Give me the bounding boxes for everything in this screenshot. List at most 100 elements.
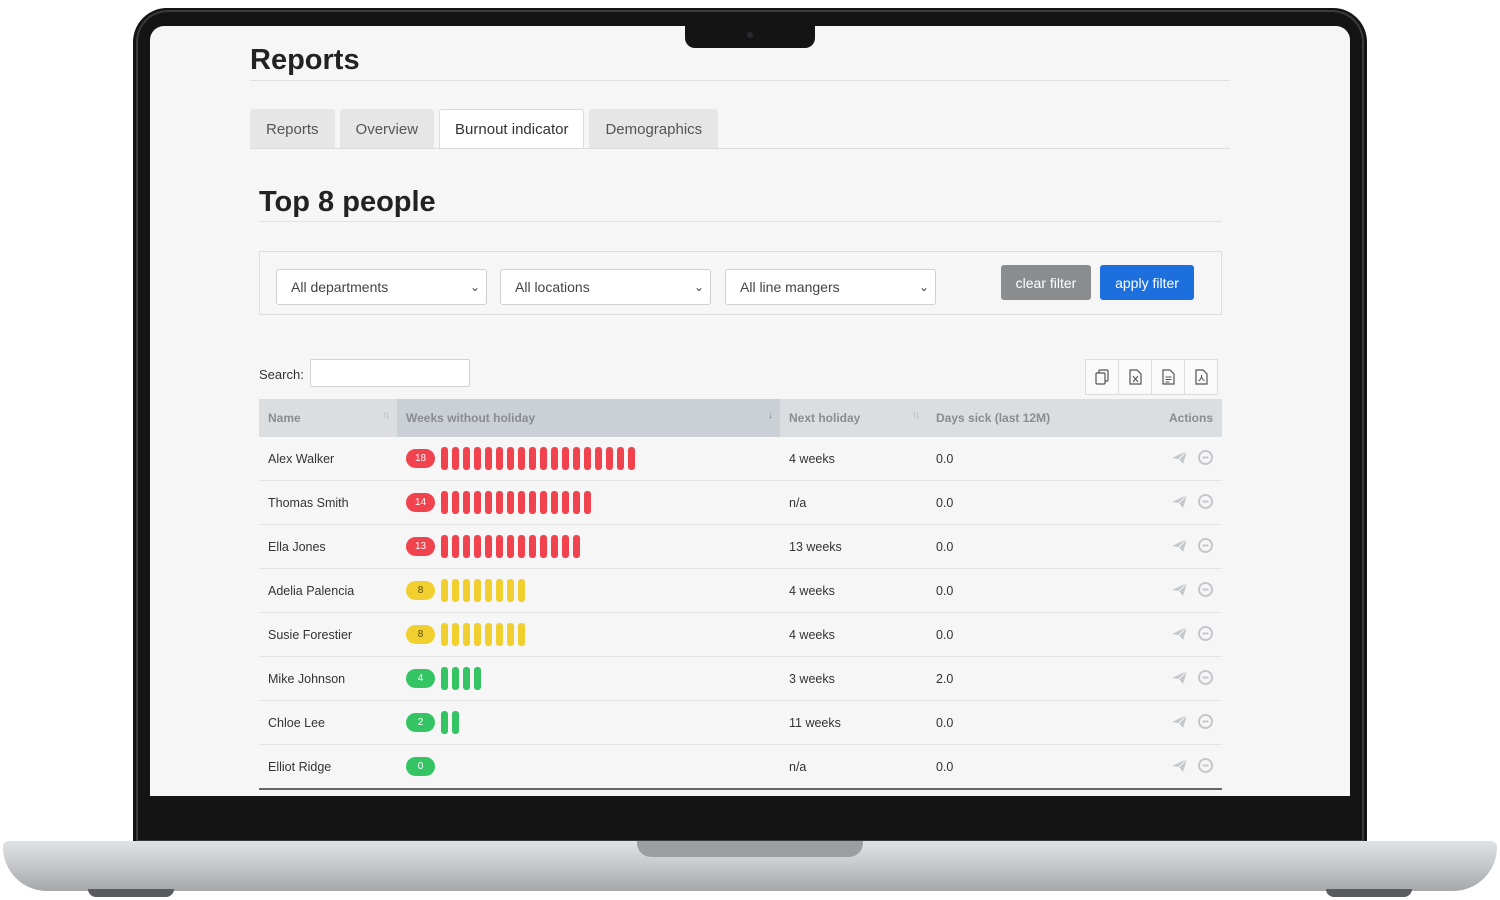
- week-bar: [573, 535, 580, 558]
- laptop-screen: Reports Reports Overview Burnout indicat…: [150, 26, 1350, 796]
- copy-button[interactable]: [1085, 359, 1119, 395]
- week-bar: [584, 491, 591, 514]
- days-sick: 0.0: [927, 568, 1133, 613]
- send-icon[interactable]: [1171, 626, 1188, 641]
- week-bar: [529, 535, 536, 558]
- week-bar: [463, 447, 470, 470]
- camera-lens: [747, 32, 753, 38]
- page-title: Reports: [250, 44, 360, 76]
- row-actions: [1133, 656, 1222, 701]
- send-icon[interactable]: [1171, 582, 1188, 597]
- line-manager-select[interactable]: All line mangers ⌄: [725, 269, 936, 305]
- week-bar: [584, 447, 591, 470]
- minus-circle-icon[interactable]: [1198, 493, 1213, 509]
- weeks-count-badge: 2: [406, 713, 435, 732]
- column-header-actions: Actions: [1133, 399, 1222, 437]
- weeks-bar-group: [441, 579, 525, 602]
- minus-circle-icon[interactable]: [1198, 713, 1213, 729]
- laptop-foot-left: [88, 889, 174, 897]
- sort-icon: ↑↓: [382, 410, 390, 421]
- person-name: Ella Jones: [259, 524, 397, 569]
- column-header-weeks-label: Weeks without holiday: [406, 411, 536, 425]
- department-select[interactable]: All departments ⌄: [276, 269, 487, 305]
- minus-circle-icon[interactable]: [1198, 757, 1213, 773]
- row-actions: [1133, 437, 1222, 481]
- laptop-base-indent: [637, 841, 863, 857]
- clear-filter-button[interactable]: clear filter: [1001, 265, 1091, 300]
- weeks-bar-group: [441, 535, 580, 558]
- row-actions: [1133, 612, 1222, 657]
- week-bar: [628, 447, 635, 470]
- send-icon[interactable]: [1171, 670, 1188, 685]
- tab-burnout-indicator[interactable]: Burnout indicator: [439, 109, 585, 149]
- excel-button[interactable]: [1118, 359, 1152, 395]
- report-tabs: Reports Overview Burnout indicator Demog…: [250, 109, 719, 149]
- copy-icon: [1095, 369, 1109, 385]
- row-actions: [1133, 480, 1222, 525]
- week-bar: [507, 491, 514, 514]
- week-bar: [529, 491, 536, 514]
- row-actions: [1133, 700, 1222, 745]
- week-bar: [463, 667, 470, 690]
- days-sick: 0.0: [927, 480, 1133, 525]
- weeks-indicator: 8: [406, 623, 771, 646]
- week-bar: [474, 491, 481, 514]
- csv-button[interactable]: [1151, 359, 1185, 395]
- minus-circle-icon[interactable]: [1198, 449, 1213, 465]
- send-icon[interactable]: [1171, 494, 1188, 509]
- column-header-next-holiday-label: Next holiday: [789, 411, 861, 425]
- week-bar: [496, 623, 503, 646]
- week-bar: [540, 535, 547, 558]
- week-bar: [540, 447, 547, 470]
- minus-circle-icon[interactable]: [1198, 625, 1213, 641]
- week-bar: [463, 579, 470, 602]
- search-input[interactable]: [310, 359, 470, 387]
- column-header-next-holiday[interactable]: Next holiday ↑↓: [780, 399, 927, 437]
- column-header-name[interactable]: Name ↑↓: [259, 399, 397, 437]
- weeks-without-holiday-cell: 4: [397, 656, 780, 701]
- csv-icon: [1161, 369, 1175, 385]
- column-header-weeks[interactable]: Weeks without holiday ↓: [397, 399, 780, 437]
- week-bar: [441, 623, 448, 646]
- department-select-value: All departments: [291, 279, 389, 295]
- column-header-days-sick[interactable]: Days sick (last 12M) ↑↓: [927, 399, 1133, 437]
- tab-reports[interactable]: Reports: [250, 109, 335, 148]
- weeks-indicator: 8: [406, 579, 771, 602]
- minus-circle-icon[interactable]: [1198, 669, 1213, 685]
- minus-circle-icon[interactable]: [1198, 581, 1213, 597]
- apply-filter-button[interactable]: apply filter: [1100, 265, 1194, 300]
- week-bar: [485, 491, 492, 514]
- tab-demographics[interactable]: Demographics: [589, 109, 719, 148]
- send-icon[interactable]: [1171, 714, 1188, 729]
- weeks-without-holiday-cell: 0: [397, 744, 780, 790]
- tab-overview[interactable]: Overview: [339, 109, 435, 148]
- days-sick: 0.0: [927, 744, 1133, 790]
- week-bar: [573, 447, 580, 470]
- week-bar: [551, 491, 558, 514]
- weeks-indicator: 4: [406, 667, 771, 690]
- tabs-divider: [250, 148, 1230, 149]
- week-bar: [485, 447, 492, 470]
- pdf-button[interactable]: [1184, 359, 1218, 395]
- next-holiday: 4 weeks: [780, 612, 927, 657]
- person-name: Thomas Smith: [259, 480, 397, 525]
- send-icon[interactable]: [1171, 758, 1188, 773]
- send-icon[interactable]: [1171, 450, 1188, 465]
- week-bar: [463, 535, 470, 558]
- chevron-down-icon: ⌄: [693, 280, 704, 294]
- next-holiday: n/a: [780, 744, 927, 790]
- location-select-value: All locations: [515, 279, 590, 295]
- location-select[interactable]: All locations ⌄: [500, 269, 711, 305]
- week-bar: [441, 579, 448, 602]
- sort-icon: ↑↓: [1031, 410, 1039, 421]
- sort-icon: ↑↓: [912, 410, 920, 421]
- days-sick: 2.0: [927, 656, 1133, 701]
- table-header-row: Name ↑↓ Weeks without holiday ↓ Next hol…: [259, 399, 1222, 437]
- week-bar: [518, 491, 525, 514]
- minus-circle-icon[interactable]: [1198, 537, 1213, 553]
- week-bar: [452, 579, 459, 602]
- week-bar: [452, 711, 459, 734]
- column-header-name-label: Name: [268, 411, 301, 425]
- send-icon[interactable]: [1171, 538, 1188, 553]
- week-bar: [496, 535, 503, 558]
